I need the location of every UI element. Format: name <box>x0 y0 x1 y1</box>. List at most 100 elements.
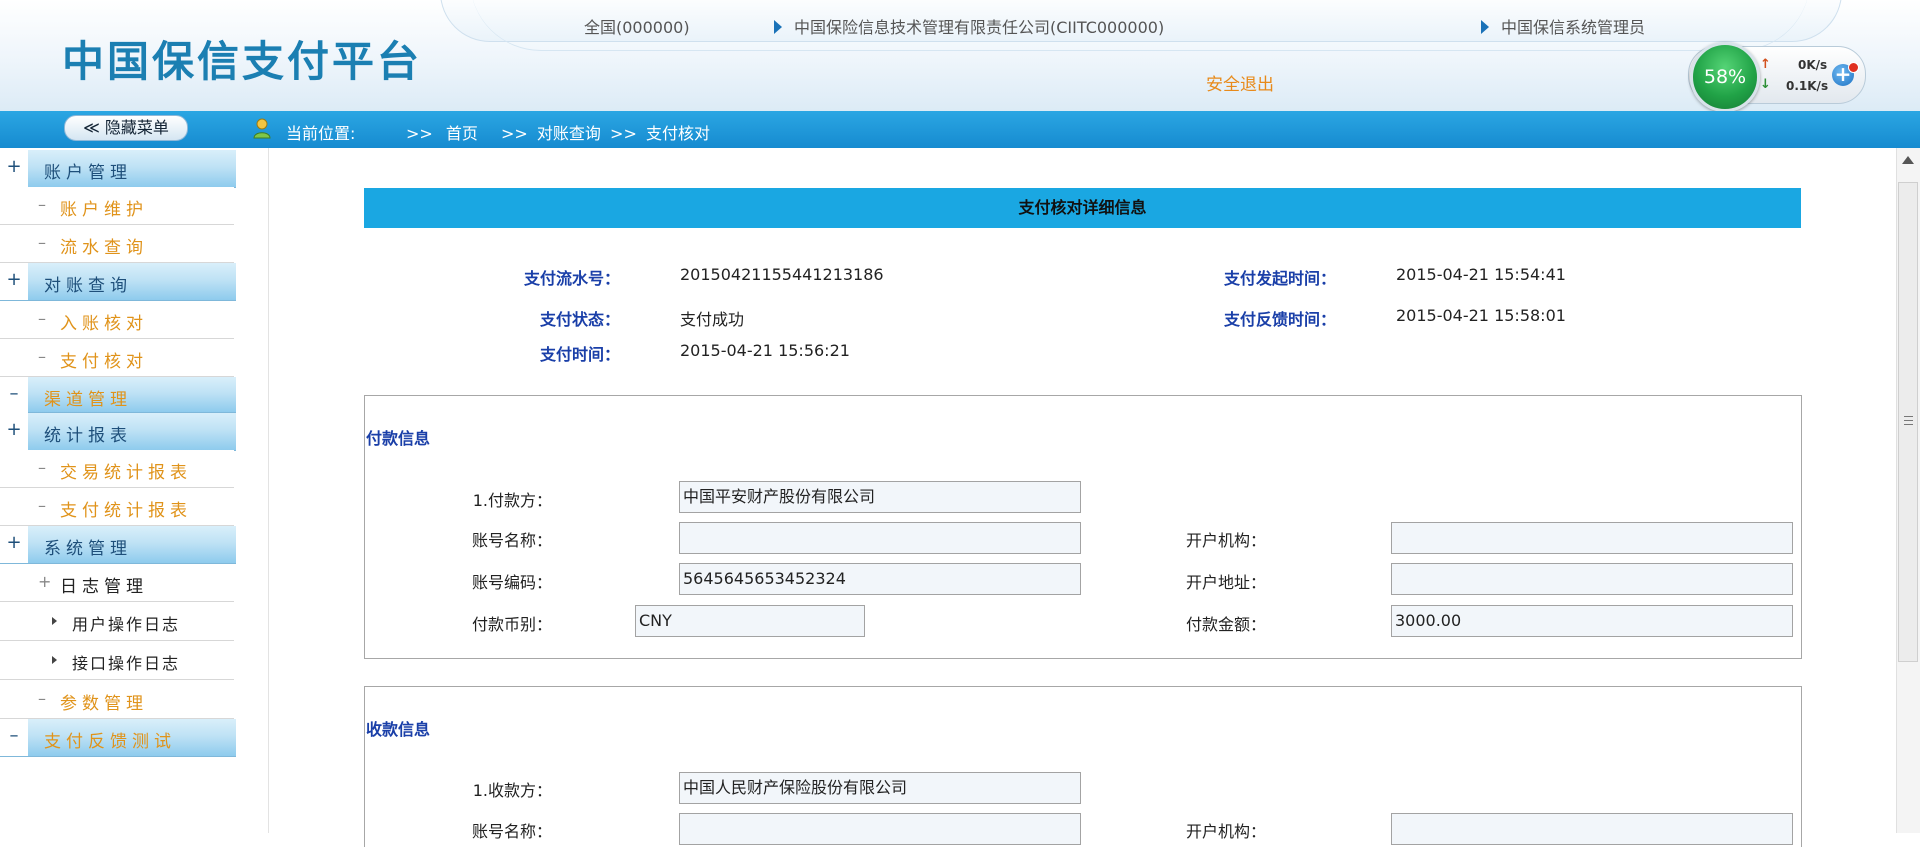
payer-account-name-label: 账号名称： <box>471 531 552 550</box>
payer-bank-field[interactable] <box>1391 522 1793 554</box>
payer-currency-label: 付款币别： <box>471 615 552 634</box>
pay-serial-value: 20150421155441213186 <box>680 265 884 284</box>
sidebar-category-system[interactable]: + 系统管理 <box>0 526 236 564</box>
breadcrumb-separator: >> <box>406 124 433 143</box>
expand-icon: + <box>0 150 28 187</box>
sidebar-item-label: 入账核对 <box>60 314 148 334</box>
payer-address-label: 开户地址： <box>1185 573 1266 592</box>
sidebar-item-label: 系统管理 <box>44 539 132 559</box>
sidebar-menu: + 账户管理 – 账户维护 – 流水查询 + 对账查询 – 入账核对 – 支付核… <box>0 148 236 833</box>
notification-dot <box>1848 62 1859 73</box>
triangle-marker-icon <box>774 20 782 34</box>
feedback-time-value: 2015-04-21 15:58:01 <box>1396 306 1566 325</box>
platform-title: 中国保信支付平台 <box>62 37 423 86</box>
dash-icon: – <box>38 233 46 252</box>
start-time-label: 支付发起时间： <box>1223 269 1336 288</box>
payer-address-field[interactable] <box>1391 563 1793 595</box>
user-location-icon <box>253 118 271 139</box>
sidebar-item-label: 日志管理 <box>60 577 148 597</box>
sidebar-item-label: 账户维护 <box>60 200 148 220</box>
user-info: 中国保信系统管理员 <box>1481 14 1645 38</box>
upload-arrow-icon: ↑ <box>1760 57 1771 72</box>
payer-amount-label: 付款金额： <box>1185 615 1266 634</box>
breadcrumb-reconcile-query[interactable]: 对账查询 <box>537 124 601 143</box>
feedback-time-label: 支付反馈时间： <box>1223 310 1336 329</box>
pay-serial-label: 支付流水号： <box>523 269 620 288</box>
location-label: 当前位置: <box>286 124 356 143</box>
payee-section-title: 收款信息 <box>366 720 431 739</box>
dash-icon: – <box>38 309 46 328</box>
payer-account-code-field[interactable]: 5645645653452324 <box>679 563 1081 595</box>
payee-account-name-field[interactable] <box>679 813 1081 845</box>
payee-account-name-label: 账号名称： <box>471 822 552 841</box>
scroll-up-arrow-icon[interactable] <box>1902 156 1914 164</box>
sidebar-item-account-maintenance[interactable]: – 账户维护 <box>0 187 234 225</box>
page-header: 中国保信支付平台 全国(000000) 中国保险信息技术管理有限责任公司(CII… <box>0 0 1920 111</box>
hide-menu-button[interactable]: ≪ 隐藏菜单 <box>64 115 188 141</box>
download-arrow-icon: ↓ <box>1760 77 1771 92</box>
download-speed: 0.1K/s <box>1786 79 1829 93</box>
expand-icon: + <box>38 572 52 591</box>
collapse-icon: – <box>0 719 28 756</box>
dash-icon: – <box>38 458 46 477</box>
nav-bar: ≪ 隐藏菜单 当前位置: >> 首页 >> 对账查询 >> 支付核对 <box>0 111 1920 148</box>
dash-icon: – <box>38 347 46 366</box>
breadcrumb-separator: >> <box>501 124 528 143</box>
sidebar-item-payment-report[interactable]: – 支付统计报表 <box>0 488 234 526</box>
status-label: 支付状态： <box>539 310 620 329</box>
scrollbar-thumb[interactable] <box>1898 182 1918 662</box>
upload-speed: 0K/s <box>1798 58 1828 72</box>
sidebar-item-label: 账户管理 <box>44 163 132 183</box>
sidebar-item-log-management[interactable]: + 日志管理 <box>0 564 234 602</box>
sidebar-item-income-check[interactable]: – 入账核对 <box>0 301 234 339</box>
payee-party-field[interactable]: 中国人民财产保险股份有限公司 <box>679 772 1081 804</box>
payer-bank-label: 开户机构： <box>1185 531 1266 550</box>
payer-party-field[interactable]: 中国平安财产股份有限公司 <box>679 481 1081 513</box>
expand-icon: + <box>0 526 28 563</box>
sidebar-category-account[interactable]: + 账户管理 <box>0 150 236 188</box>
scroll-grip-line <box>1904 420 1913 421</box>
sidebar-category-feedback-test[interactable]: – 支付反馈测试 <box>0 719 236 757</box>
payer-currency-field[interactable]: CNY <box>635 605 865 637</box>
payee-bank-label: 开户机构： <box>1185 822 1266 841</box>
sidebar-item-payment-check[interactable]: – 支付核对 <box>0 339 234 377</box>
sidebar-item-transaction-report[interactable]: – 交易统计报表 <box>0 450 234 488</box>
payer-account-name-field[interactable] <box>679 522 1081 554</box>
pay-time-label: 支付时间： <box>539 345 620 364</box>
detail-panel-title: 支付核对详细信息 <box>364 188 1801 228</box>
sidebar-item-user-operation-log[interactable]: 用户操作日志 <box>0 602 234 641</box>
caret-right-icon <box>52 656 57 664</box>
expand-icon: + <box>0 413 28 450</box>
sidebar-item-flow-query[interactable]: – 流水查询 <box>0 225 234 263</box>
payee-bank-field[interactable] <box>1391 813 1793 845</box>
payer-amount-field[interactable]: 3000.00 <box>1391 605 1793 637</box>
sidebar-item-interface-operation-log[interactable]: 接口操作日志 <box>0 641 234 680</box>
breadcrumb-separator: >> <box>610 124 637 143</box>
sidebar-item-label: 接口操作日志 <box>72 654 181 673</box>
user-role: 中国保信系统管理员 <box>1501 18 1646 37</box>
breadcrumb-home[interactable]: 首页 <box>446 124 478 143</box>
sidebar-divider <box>268 148 269 833</box>
dash-icon: – <box>38 496 46 515</box>
sidebar-category-reports[interactable]: + 统计报表 <box>0 413 236 451</box>
sidebar-item-label: 流水查询 <box>60 238 148 258</box>
speed-gauge[interactable]: 58% <box>1690 42 1760 111</box>
region-label: 全国(000000) <box>584 18 690 37</box>
sidebar-category-channel[interactable]: – 渠道管理 <box>0 377 236 414</box>
payer-account-code-label: 账号编码： <box>471 573 552 592</box>
breadcrumb: >> 首页 >> 对账查询 >> 支付核对 <box>406 120 710 144</box>
logout-link[interactable]: 安全退出 <box>1206 70 1274 95</box>
sidebar-item-label: 支付核对 <box>60 352 148 372</box>
expand-icon: + <box>0 263 28 300</box>
pay-time-value: 2015-04-21 15:56:21 <box>680 341 850 360</box>
payer-party-label: 1.付款方： <box>472 491 552 510</box>
company-name: 中国保险信息技术管理有限责任公司(CIITC000000) <box>794 18 1165 37</box>
sidebar-item-parameter-management[interactable]: – 参数管理 <box>0 681 234 719</box>
sidebar-item-label: 参数管理 <box>60 694 148 714</box>
sidebar-item-label: 支付统计报表 <box>60 501 192 521</box>
dash-icon: – <box>38 195 46 214</box>
sidebar-item-label: 用户操作日志 <box>72 615 181 634</box>
sidebar-category-reconcile[interactable]: + 对账查询 <box>0 263 236 301</box>
caret-right-icon <box>52 617 57 625</box>
sidebar-item-label: 统计报表 <box>44 426 132 446</box>
